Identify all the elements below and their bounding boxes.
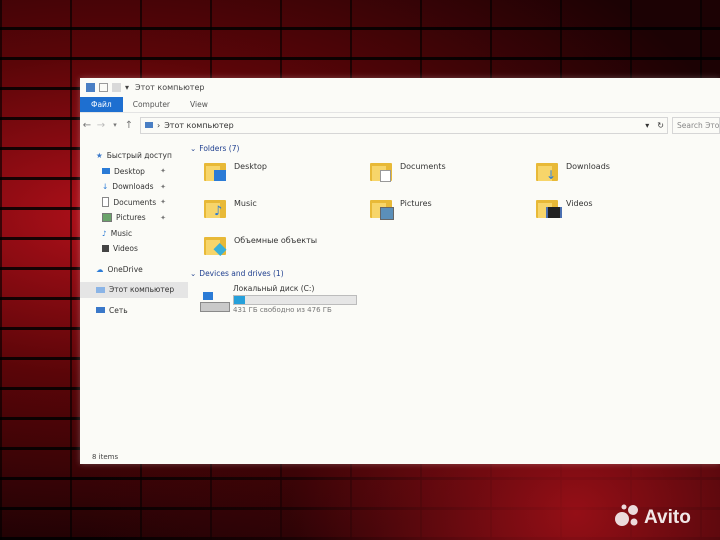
folder-tile-documents[interactable]: Documents	[370, 160, 446, 182]
address-bar[interactable]: › Этот компьютер ▾ ↻	[140, 116, 668, 134]
address-separator-icon: ›	[157, 120, 161, 130]
nav-desktop[interactable]: Desktop ✦	[80, 164, 188, 180]
desktop-icon	[102, 168, 110, 175]
up-arrow-icon[interactable]: ↑	[122, 120, 136, 131]
tab-view[interactable]: View	[180, 97, 218, 112]
downloads-folder-icon: ↓	[536, 160, 560, 182]
nav-label: Быстрый доступ	[106, 151, 172, 161]
star-icon: ★	[96, 151, 103, 161]
folder-label: Объемные объекты	[234, 235, 318, 245]
nav-documents[interactable]: Documents ✦	[80, 195, 188, 211]
address-row: ← → ▾ ↑ › Этот компьютер ▾ ↻ Search Этот…	[80, 113, 720, 137]
folder-label: Videos	[566, 198, 593, 208]
group-title: Devices and drives (1)	[199, 269, 284, 278]
chevron-down-icon: ⌄	[190, 144, 197, 153]
drive-label: Локальный диск (C:)	[233, 284, 315, 293]
nav-label: Desktop	[114, 166, 145, 176]
content-pane: ⌄ Folders (7) Desktop Documents ↓ Downlo…	[188, 138, 720, 464]
window-title: Этот компьютер	[135, 83, 205, 92]
drive-free-space: 431 ГБ свободно из 476 ГБ	[233, 306, 332, 314]
title-bar: ▾ Этот компьютер	[80, 78, 720, 97]
folder-label: Desktop	[234, 161, 267, 171]
folder-tile-desktop[interactable]: Desktop	[204, 160, 267, 182]
qat-dropdown-icon[interactable]: ▾	[125, 83, 129, 92]
computer-icon	[96, 286, 105, 293]
3d-objects-folder-icon	[204, 234, 228, 257]
network-icon	[96, 307, 105, 314]
folder-label: Documents	[400, 161, 446, 171]
folder-tile-videos[interactable]: Videos	[536, 197, 593, 219]
video-icon	[102, 245, 109, 253]
avito-logo: Avito	[612, 500, 712, 530]
desktop-folder-icon	[204, 160, 228, 182]
recent-dropdown-icon[interactable]: ▾	[108, 121, 122, 129]
status-bar-count: 8 items	[92, 453, 119, 461]
nav-label: Documents	[113, 197, 157, 207]
computer-icon	[145, 122, 153, 128]
folder-label: Downloads	[566, 161, 610, 171]
folder-label: Music	[234, 198, 257, 208]
properties-icon[interactable]	[99, 83, 108, 92]
ribbon-tabs: Файл Computer View	[80, 97, 720, 113]
documents-folder-icon	[370, 160, 394, 182]
avito-dots-icon: Avito	[615, 504, 691, 528]
explorer-body: ★ Быстрый доступ Desktop ✦ ↓ Downloads ✦…	[80, 138, 720, 464]
nav-label: Music	[110, 228, 133, 238]
pin-icon[interactable]: ✦	[160, 167, 166, 175]
folder-tile-3d-objects[interactable]: Объемные объекты	[204, 234, 318, 257]
drive-usage-fill	[234, 296, 246, 304]
drives-group-header[interactable]: ⌄ Devices and drives (1)	[190, 269, 284, 278]
navigation-pane: ★ Быстрый доступ Desktop ✦ ↓ Downloads ✦…	[80, 138, 188, 464]
nav-label: Videos	[113, 244, 138, 254]
new-folder-icon[interactable]	[112, 83, 121, 92]
nav-this-pc[interactable]: Этот компьютер	[80, 282, 188, 298]
search-input[interactable]: Search Этот компьютер	[672, 116, 720, 134]
drive-usage-bar	[233, 295, 357, 305]
picture-icon	[102, 213, 112, 223]
tab-computer[interactable]: Computer	[123, 97, 180, 112]
nav-quick-access[interactable]: ★ Быстрый доступ	[80, 148, 188, 164]
nav-videos[interactable]: Videos	[80, 241, 188, 257]
folder-tile-pictures[interactable]: Pictures	[370, 197, 432, 220]
download-icon: ↓	[102, 182, 109, 192]
nav-label: Сеть	[109, 305, 128, 315]
nav-label: Pictures	[116, 213, 146, 223]
folder-tile-downloads[interactable]: ↓ Downloads	[536, 160, 610, 182]
nav-onedrive[interactable]: ☁ OneDrive	[80, 262, 188, 278]
search-placeholder: Search Этот компьютер	[677, 120, 720, 130]
nav-network[interactable]: Сеть	[80, 303, 188, 319]
nav-downloads[interactable]: ↓ Downloads ✦	[80, 179, 188, 195]
folder-label: Pictures	[400, 198, 432, 208]
forward-arrow-icon[interactable]: →	[94, 120, 108, 131]
nav-label: Этот компьютер	[109, 285, 175, 295]
chevron-down-icon: ⌄	[190, 269, 197, 278]
tab-file[interactable]: Файл	[80, 97, 123, 112]
pin-icon[interactable]: ✦	[160, 214, 166, 222]
nav-pictures[interactable]: Pictures ✦	[80, 210, 188, 226]
videos-folder-icon	[536, 197, 562, 219]
svg-text:Avito: Avito	[644, 507, 691, 528]
nav-label: Downloads	[112, 182, 154, 192]
nav-music[interactable]: ♪ Music	[80, 226, 188, 242]
document-icon	[102, 197, 110, 208]
music-icon: ♪	[102, 228, 107, 238]
address-dropdown-icon[interactable]: ▾	[645, 121, 649, 130]
music-folder-icon: ♪	[204, 197, 228, 219]
nav-label: OneDrive	[107, 264, 143, 274]
address-text: Этот компьютер	[164, 120, 234, 130]
pin-icon[interactable]: ✦	[160, 183, 166, 191]
folder-tile-music[interactable]: ♪ Music	[204, 197, 257, 219]
refresh-icon[interactable]: ↻	[657, 121, 664, 130]
hard-drive-icon	[200, 290, 230, 312]
folders-group-header[interactable]: ⌄ Folders (7)	[190, 144, 239, 153]
group-title: Folders (7)	[199, 144, 240, 153]
pin-icon[interactable]: ✦	[160, 198, 166, 206]
file-explorer-window: ▾ Этот компьютер Файл Computer View ← → …	[80, 78, 720, 464]
cloud-icon: ☁	[96, 264, 104, 274]
pictures-folder-icon	[370, 197, 394, 220]
explorer-app-icon	[86, 83, 95, 92]
back-arrow-icon[interactable]: ←	[80, 120, 94, 131]
drive-tile-c[interactable]: Локальный диск (C:) 431 ГБ свободно из 4…	[200, 284, 370, 318]
